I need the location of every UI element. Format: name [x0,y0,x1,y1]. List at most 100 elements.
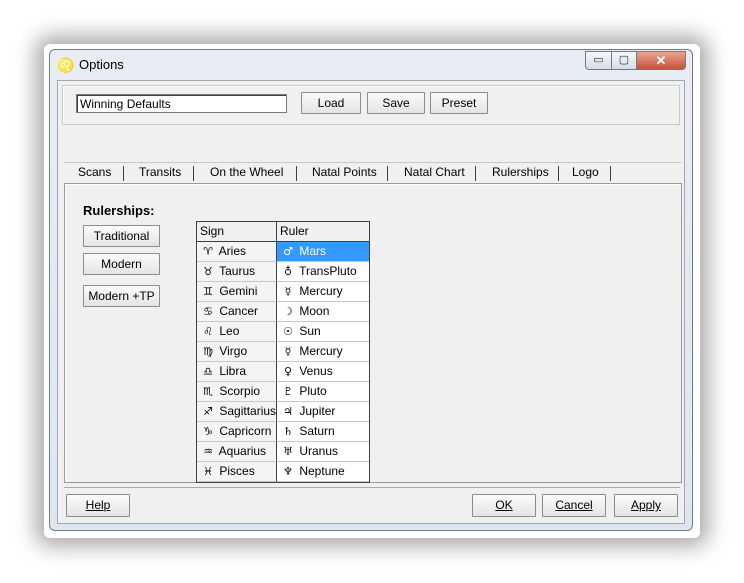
modern-button[interactable]: Modern [83,253,160,275]
planet-icon: ♄ [283,425,293,438]
sign-name: Aries [218,244,247,258]
ruler-name: Mercury [299,284,343,298]
sign-cell[interactable]: ♐ Sagittarius [197,402,277,422]
ok-button-label: OK [495,498,513,512]
planet-icon: ♀ [283,365,293,378]
tab-separator [610,166,611,181]
ruler-name: Pluto [299,384,327,398]
preset-name-input[interactable] [76,94,287,113]
minimize-button[interactable]: ▭ [585,51,612,70]
ruler-name: Uranus [299,444,339,458]
cancel-button[interactable]: Cancel [542,494,606,517]
sign-cell[interactable]: ♑ Capricorn [197,422,277,442]
sign-cell[interactable]: ♊ Gemini [197,282,277,302]
tab-transits[interactable]: Transits [139,163,181,182]
tab-logo[interactable]: Logo [572,163,599,182]
tab-separator [296,166,297,181]
planet-icon: ☉ [283,325,293,338]
ruler-cell[interactable]: ☿ Mercury [277,342,369,362]
title-bar[interactable]: ♌ Options ▭ ▢ ✕ [50,50,692,80]
sign-name: Sagittarius [219,404,277,418]
sign-name: Pisces [219,464,255,478]
cancel-button-label: Cancel [555,498,593,512]
tab-on-the-wheel[interactable]: On the Wheel [210,163,283,182]
zodiac-sign-icon: ♒ [203,445,213,458]
ruler-name: Venus [299,364,333,378]
modern-button-label: Modern [101,257,142,271]
sign-cell[interactable]: ♓ Pisces [197,462,277,482]
ruler-cell[interactable]: ♁ TransPluto [277,262,369,282]
tab-scans[interactable]: Scans [78,163,111,182]
tab-strip: Scans Transits On the Wheel Natal Points… [64,163,684,183]
tab-rulerships[interactable]: Rulerships [492,163,549,182]
maximize-button[interactable]: ▢ [611,51,637,70]
sign-cell[interactable]: ♌ Leo [197,322,277,342]
ruler-cell[interactable]: ♇ Pluto [277,382,369,402]
save-button[interactable]: Save [367,92,425,114]
sign-cell[interactable]: ♏ Scorpio [197,382,277,402]
ruler-column-header[interactable]: Ruler [277,222,369,242]
planet-icon: ☽ [283,305,293,318]
preset-button[interactable]: Preset [430,92,488,114]
zodiac-sign-icon: ♍ [203,345,213,358]
ok-button[interactable]: OK [472,494,536,517]
ruler-name: Saturn [299,424,335,438]
sign-cell[interactable]: ♒ Aquarius [197,442,277,462]
sign-cell[interactable]: ♍ Virgo [197,342,277,362]
sign-name: Capricorn [219,424,272,438]
zodiac-sign-icon: ♐ [203,405,213,418]
rulerships-title: Rulerships: [83,203,155,218]
sign-column-header[interactable]: Sign [197,222,277,242]
sign-cell[interactable]: ♉ Taurus [197,262,277,282]
tab-separator [193,166,194,181]
planet-icon: ☿ [284,345,292,358]
sign-cell[interactable]: ♈ Aries [197,242,277,262]
ruler-name: Sun [299,324,321,338]
ruler-cell[interactable]: ♃ Jupiter [277,402,369,422]
zodiac-sign-icon: ♌ [203,325,213,338]
traditional-button[interactable]: Traditional [83,225,160,247]
zodiac-sign-icon: ♉ [203,265,213,278]
traditional-button-label: Traditional [93,229,150,243]
tab-natal-chart[interactable]: Natal Chart [404,163,465,182]
ruler-name: Mercury [299,344,343,358]
apply-button[interactable]: Apply [614,494,678,517]
planet-icon: ♁ [283,265,293,278]
dialog-client: Load Save Preset Scans Transits On the W… [57,80,685,524]
sign-name: Aquarius [218,444,267,458]
ruler-name: Mars [299,244,327,258]
zodiac-sign-icon: ♊ [203,285,213,298]
ruler-cell[interactable]: ☿ Mercury [277,282,369,302]
sign-cell[interactable]: ♋ Cancer [197,302,277,322]
ruler-cell[interactable]: ♆ Neptune [277,462,369,482]
ruler-cell[interactable]: ♅ Uranus [277,442,369,462]
planet-icon: ♂ [283,245,293,258]
close-button[interactable]: ✕ [636,51,686,70]
modern-tp-button[interactable]: Modern +TP [83,285,160,307]
ruler-cell[interactable]: ☉ Sun [277,322,369,342]
zodiac-sign-icon: ♋ [203,305,213,318]
sign-name: Taurus [219,264,256,278]
ruler-cell[interactable]: ♄ Saturn [277,422,369,442]
ruler-cell[interactable]: ☽ Moon [277,302,369,322]
tab-natal-points[interactable]: Natal Points [312,163,377,182]
apply-button-label: Apply [630,498,662,512]
sign-name: Virgo [219,344,248,358]
zodiac-sign-icon: ♑ [203,425,213,438]
ruler-name: Jupiter [299,404,336,418]
sign-cell[interactable]: ♎ Libra [197,362,277,382]
ruler-name: Neptune [299,464,345,478]
modern-tp-button-label: Modern +TP [88,289,155,303]
rulerships-grid[interactable]: Sign Ruler ♈ Aries ♂ Mars ♉ Taurus ♁ TransP… [196,221,370,483]
help-button[interactable]: Help [66,494,130,517]
sign-name: Cancer [219,304,259,318]
ruler-cell[interactable]: ♂ Mars [277,242,369,262]
footer-separator [64,487,680,488]
window-title: Options [79,57,124,72]
load-button[interactable]: Load [301,92,361,114]
tab-separator [558,166,559,181]
planet-icon: ♆ [283,465,293,478]
ruler-name: Moon [299,304,330,318]
ruler-cell[interactable]: ♀ Venus [277,362,369,382]
zodiac-sign-icon: ♎ [203,365,213,378]
